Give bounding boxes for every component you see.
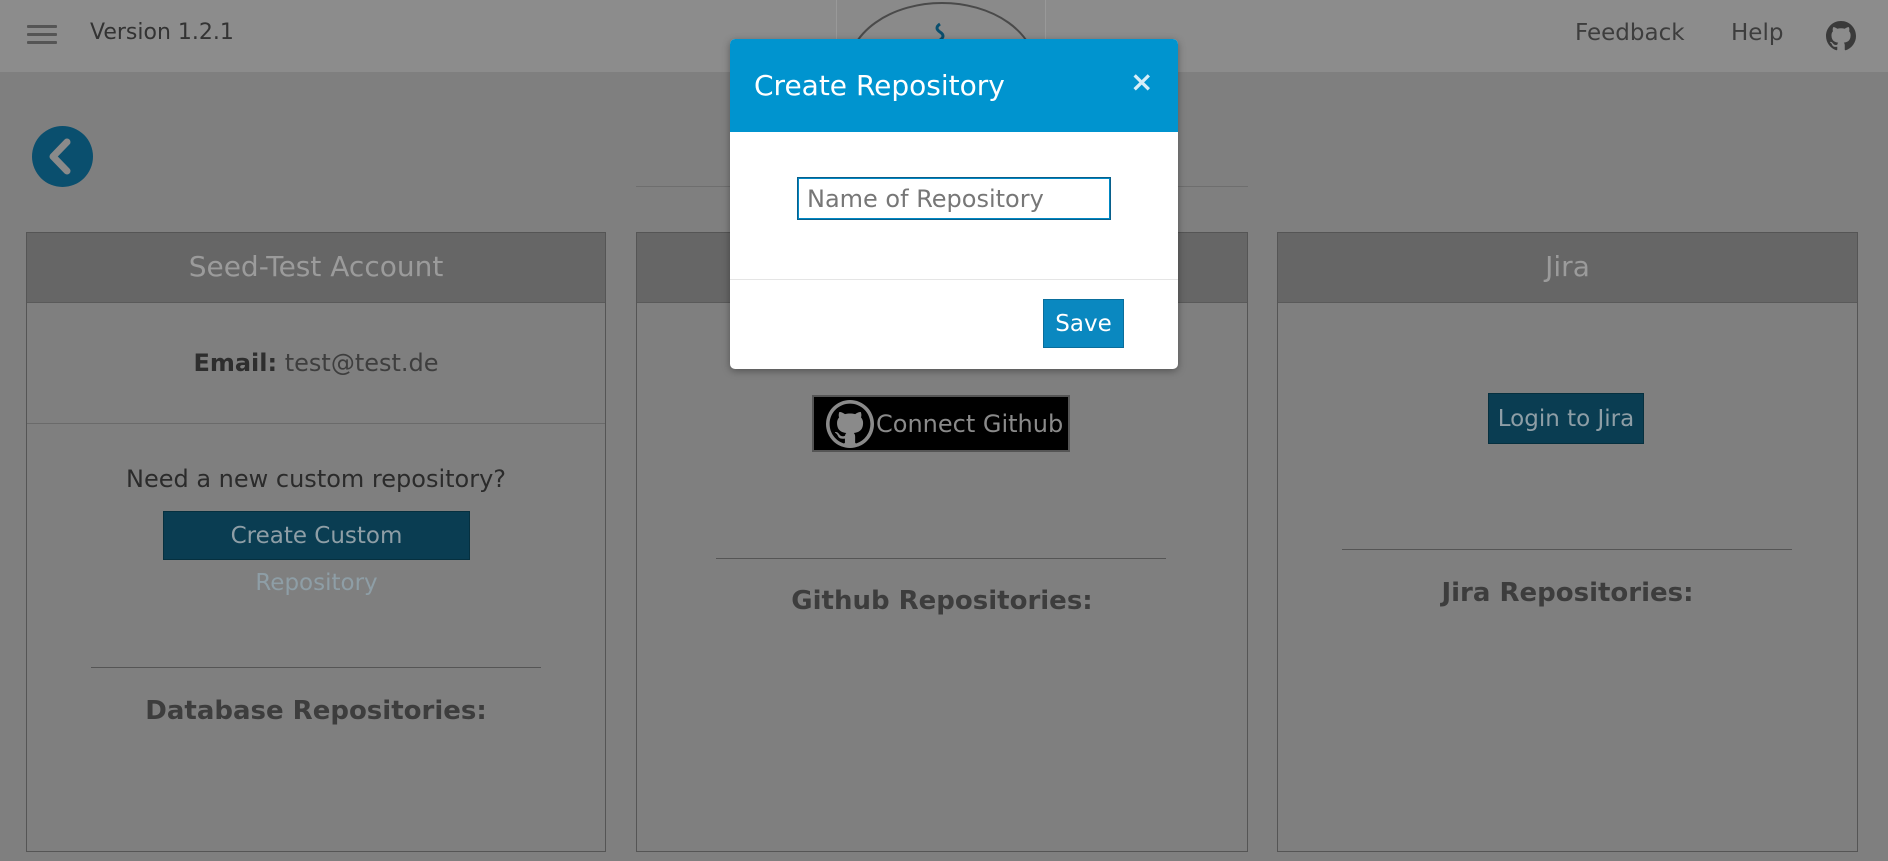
login-to-jira-button[interactable]: Login to Jira [1488, 393, 1644, 444]
github-repositories-title: Github Repositories: [791, 586, 1093, 616]
save-button[interactable]: Save [1043, 299, 1124, 348]
divider [716, 558, 1166, 559]
database-repositories-title: Database Repositories: [145, 696, 487, 726]
help-link[interactable]: Help [1731, 20, 1783, 46]
github-icon [826, 400, 874, 448]
email-value: test@test.de [284, 349, 439, 377]
jira-repositories-title: Jira Repositories: [1441, 578, 1694, 608]
account-card-title: Seed-Test Account [27, 233, 605, 303]
jira-card: Jira Login to Jira Jira Repositories: [1277, 232, 1858, 852]
create-custom-repository-button[interactable]: Create Custom Repository [163, 511, 470, 596]
modal-title: Create Repository [754, 69, 1005, 102]
repository-name-input[interactable] [797, 177, 1111, 220]
email-label: Email: [193, 349, 278, 377]
github-icon[interactable] [1826, 21, 1856, 51]
email-row: Email: test@test.de [27, 349, 605, 377]
modal-header: Create Repository × [730, 39, 1178, 132]
connect-github-button[interactable]: Connect Github [812, 395, 1070, 452]
divider [91, 667, 541, 668]
divider [27, 423, 605, 424]
version-label: Version 1.2.1 [90, 20, 234, 45]
custom-repo-prompt: Need a new custom repository? [125, 465, 507, 493]
create-repository-modal: Create Repository × Save [730, 39, 1178, 369]
back-arrow-icon[interactable] [32, 126, 93, 187]
divider [730, 279, 1178, 280]
hamburger-menu-icon[interactable] [27, 25, 57, 45]
connect-github-label: Connect Github [876, 410, 1064, 438]
account-card: Seed-Test Account Email: test@test.de Ne… [26, 232, 606, 852]
feedback-link[interactable]: Feedback [1575, 20, 1685, 46]
divider [1342, 549, 1792, 550]
jira-card-title: Jira [1278, 233, 1857, 303]
close-icon[interactable]: × [1130, 65, 1153, 98]
